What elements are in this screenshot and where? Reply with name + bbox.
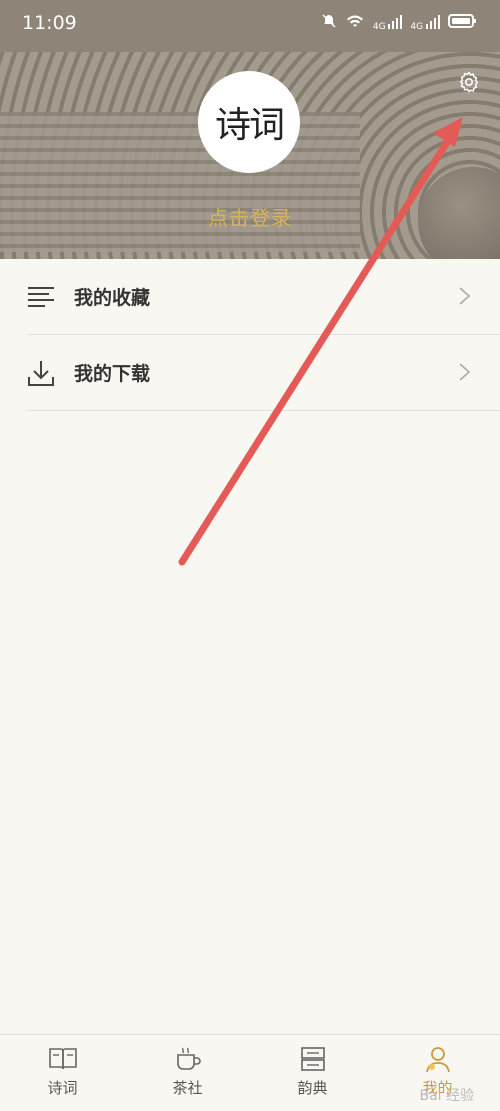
tab-tea-house[interactable]: 茶社 xyxy=(125,1035,250,1111)
menu-item-downloads[interactable]: 我的下载 xyxy=(27,335,500,411)
chevron-right-icon xyxy=(457,286,471,306)
status-bar: 11:09 4G 4G xyxy=(0,0,500,52)
tab-label: 韵典 xyxy=(297,1079,328,1097)
profile-icon xyxy=(423,1045,453,1073)
avatar-logo: 诗词 xyxy=(214,105,285,146)
menu-item-label: 我的收藏 xyxy=(74,287,151,309)
tab-label: 诗词 xyxy=(47,1079,78,1097)
mute-icon xyxy=(321,13,337,33)
cup-icon xyxy=(173,1045,203,1073)
tab-poetry[interactable]: 诗词 xyxy=(0,1035,125,1111)
settings-gear-icon[interactable] xyxy=(457,70,481,94)
book-icon xyxy=(48,1045,78,1073)
login-link[interactable]: 点击登录 xyxy=(0,202,500,231)
chevron-right-icon xyxy=(457,362,471,382)
wifi-icon xyxy=(345,13,365,33)
bottom-tab-bar: 诗词 茶社 韵典 我的 Bai 经验 xyxy=(0,1034,500,1111)
tab-rhyme-dictionary[interactable]: 韵典 xyxy=(250,1035,375,1111)
menu-item-favorites[interactable]: 我的收藏 xyxy=(27,259,500,335)
cellular-signal-icon: 4G xyxy=(410,14,440,32)
download-icon xyxy=(27,359,55,387)
zen-sand-background xyxy=(0,112,360,252)
menu-list: 我的收藏 我的下载 xyxy=(0,259,500,411)
avatar[interactable]: 诗词 xyxy=(198,71,300,173)
dictionary-icon xyxy=(298,1045,328,1073)
cellular-signal-icon: 4G xyxy=(373,14,403,32)
battery-icon xyxy=(448,13,478,33)
status-time: 11:09 xyxy=(22,12,77,34)
tab-label: 茶社 xyxy=(172,1079,203,1097)
status-icons: 4G 4G xyxy=(321,13,478,33)
list-icon xyxy=(27,283,55,311)
menu-item-label: 我的下载 xyxy=(74,363,151,385)
profile-header: 诗词 点击登录 xyxy=(0,52,500,259)
watermark: Bai 经验 xyxy=(419,1088,474,1104)
